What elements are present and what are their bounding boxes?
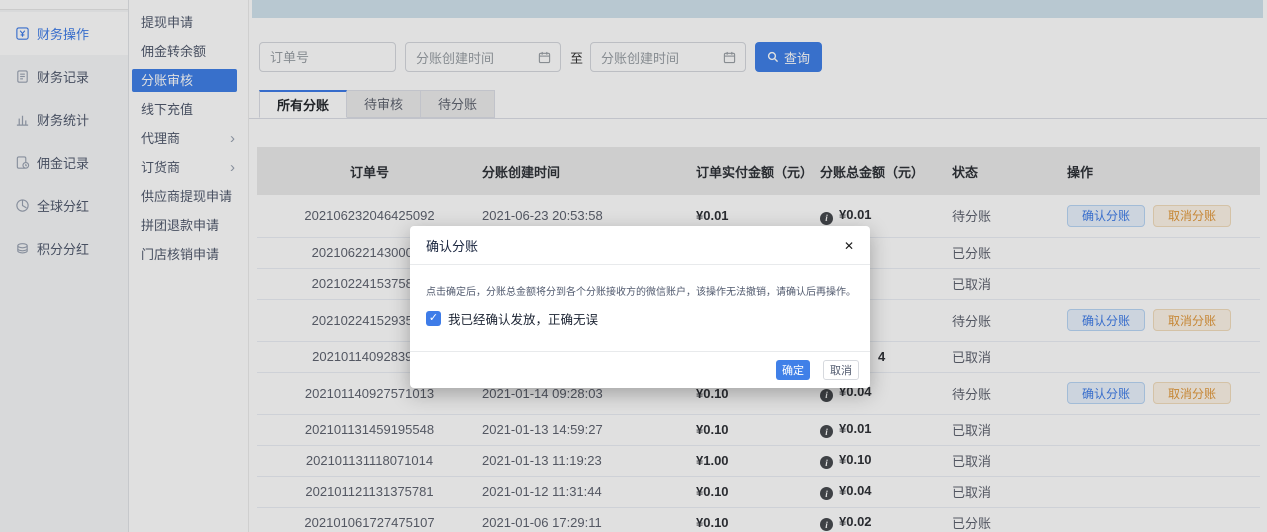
dialog-body: 点击确定后，分账总金额将分到各个分账接收方的微信账户，该操作无法撤销，请确认后再… [410,265,870,351]
dialog-title: 确认分账 [426,236,478,255]
checkbox-checked-icon[interactable]: ✓ [426,311,441,326]
dialog-message: 点击确定后，分账总金额将分到各个分账接收方的微信账户，该操作无法撤销，请确认后再… [426,285,854,300]
confirm-split-dialog: 确认分账 ✕ 点击确定后，分账总金额将分到各个分账接收方的微信账户，该操作无法撤… [410,226,870,388]
dialog-footer: 确定 取消 [410,351,870,388]
close-icon[interactable]: ✕ [844,240,854,252]
app-root: 财务操作财务记录财务统计佣金记录全球分红积分分红 提现申请佣金转余额分账审核线下… [0,0,1267,532]
dialog-header: 确认分账 ✕ [410,226,870,265]
cancel-button[interactable]: 取消 [823,360,859,380]
checkbox-label: 我已经确认发放，正确无误 [448,309,598,328]
ok-button[interactable]: 确定 [776,360,810,380]
confirm-checkbox-row[interactable]: ✓ 我已经确认发放，正确无误 [426,309,854,328]
